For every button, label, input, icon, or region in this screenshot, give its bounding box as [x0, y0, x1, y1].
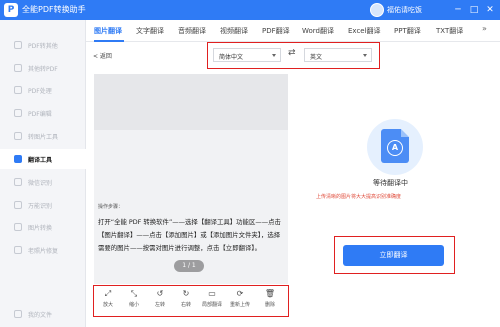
app-logo-icon: P	[4, 3, 18, 17]
tab-pdf-translate[interactable]: PDF翻译	[262, 26, 290, 36]
sidebar-item-label: 其他转PDF	[28, 66, 58, 73]
photo-restore-icon	[14, 246, 22, 254]
rotate-left-icon: ↺	[156, 289, 164, 298]
document-image: 操作步骤： 打开“全能 PDF 转换软件”——选择【翻译工具】功能区——点击【图…	[94, 200, 288, 290]
title-bar: P 全能PDF转换助手 福佑请吃饭 ─ □ ✕	[0, 0, 500, 20]
swap-languages-icon[interactable]: ⇄	[288, 48, 296, 58]
file-convert-icon	[14, 64, 22, 72]
document-heading: 操作步骤：	[98, 204, 124, 210]
pdf-process-icon	[14, 86, 22, 94]
preview-image-area	[94, 74, 288, 130]
status-subtitle: 上传清晰的图片将大大提高识别准确度	[316, 194, 402, 200]
tool-label: 放大	[102, 302, 113, 308]
avatar[interactable]	[370, 3, 384, 17]
sidebar-item-label: 图片转换	[28, 225, 53, 232]
chevron-down-icon	[272, 54, 276, 57]
sidebar: PDF转其他 其他转PDF PDF处理 PDF编辑 转图片工具 翻译工具 微信识…	[0, 20, 86, 327]
maximize-icon[interactable]: □	[468, 4, 480, 16]
reupload-button[interactable]: ⟳ 重新上传	[228, 288, 252, 314]
expand-icon: ⤢	[104, 289, 112, 298]
tab-audio-translate[interactable]: 音频翻译	[178, 26, 206, 36]
my-files-button[interactable]: 我的文件	[0, 304, 86, 324]
sidebar-item-photo-restore[interactable]: 老照片修复	[0, 240, 86, 260]
tabs-more-icon[interactable]: »	[482, 24, 487, 33]
delete-button[interactable]: 🗑 删除	[258, 288, 282, 314]
tab-txt-translate[interactable]: TXT翻译	[436, 26, 463, 36]
sidebar-item-label: 老照片修复	[28, 248, 59, 255]
image-preview: 操作步骤： 打开“全能 PDF 转换软件”——选择【翻译工具】功能区——点击【图…	[94, 74, 288, 284]
tab-text-translate[interactable]: 文字翻译	[136, 26, 164, 36]
partial-translate-button[interactable]: ▭ 局部翻译	[200, 288, 224, 314]
tool-label: 缩小	[128, 302, 139, 308]
app-title: 全能PDF转换助手	[22, 5, 86, 14]
sidebar-item-image-convert[interactable]: 图片转换	[0, 217, 86, 237]
sidebar-item-label: PDF处理	[28, 88, 52, 95]
pdf-edit-icon	[14, 109, 22, 117]
target-language-value: 英文	[310, 54, 323, 61]
tool-label: 局部翻译	[201, 302, 222, 308]
sidebar-item-label: 微信识别	[28, 180, 53, 187]
sidebar-item-label: 转图片工具	[28, 134, 59, 141]
active-tab-indicator	[94, 40, 124, 42]
rotate-right-button[interactable]: ↻ 右转	[174, 288, 198, 314]
scan-icon	[14, 201, 22, 209]
status-title: 等待翻译中	[373, 179, 408, 187]
tab-video-translate[interactable]: 视频翻译	[220, 26, 248, 36]
shrink-icon: ⤡	[130, 289, 138, 298]
sidebar-item-label: PDF转其他	[28, 43, 58, 50]
source-language-select[interactable]: 简体中文	[213, 48, 281, 62]
tab-ppt-translate[interactable]: PPT翻译	[394, 26, 421, 36]
username[interactable]: 福佑请吃饭	[387, 5, 422, 15]
back-link[interactable]: < 返回	[93, 51, 112, 60]
tab-image-translate[interactable]: 图片翻译	[94, 26, 122, 36]
translate-tabs: 图片翻译 文字翻译 音频翻译 视频翻译 PDF翻译 Word翻译 Excel翻译…	[86, 20, 500, 42]
source-language-value: 简体中文	[219, 54, 244, 61]
wechat-icon	[14, 178, 22, 186]
sidebar-item-label: 翻译工具	[28, 157, 53, 164]
sidebar-item-universal-ocr[interactable]: 万能识别	[0, 195, 86, 215]
close-icon[interactable]: ✕	[484, 4, 496, 16]
zoom-in-button[interactable]: ⤢ 放大	[96, 288, 120, 314]
sidebar-item-translate[interactable]: 翻译工具	[0, 149, 86, 169]
sidebar-item-pdf-process[interactable]: PDF处理	[0, 80, 86, 100]
translate-document-icon: A	[381, 129, 409, 163]
zoom-out-button[interactable]: ⤡ 缩小	[122, 288, 146, 314]
target-language-select[interactable]: 英文	[304, 48, 372, 62]
document-body: 打开“全能 PDF 转换软件”——选择【翻译工具】功能区——点击【图片翻译】——…	[98, 218, 281, 252]
image-toolbar: ⤢ 放大 ⤡ 缩小 ↺ 左转 ↻ 右转 ▭ 局部翻译 ⟳ 重新上传 🗑 删除	[93, 285, 289, 317]
pdf-convert-icon	[14, 41, 22, 49]
rotate-right-icon: ↻	[182, 289, 190, 298]
page-indicator: 1 / 1	[174, 260, 204, 272]
crop-icon: ▭	[208, 289, 216, 298]
waiting-illustration: A	[367, 119, 423, 175]
tab-word-translate[interactable]: Word翻译	[302, 26, 334, 36]
tool-label: 右转	[180, 302, 191, 308]
refresh-icon: ⟳	[236, 289, 244, 298]
image-tool-icon	[14, 132, 22, 140]
sidebar-item-pdf-edit[interactable]: PDF编辑	[0, 103, 86, 123]
tool-label: 重新上传	[229, 302, 250, 308]
translate-icon	[14, 155, 22, 163]
image-icon	[14, 223, 22, 231]
sidebar-item-pdf-to-other[interactable]: PDF转其他	[0, 35, 86, 55]
tool-label: 左转	[154, 302, 165, 308]
minimize-icon[interactable]: ─	[452, 4, 464, 16]
start-translate-button[interactable]: 立即翻译	[343, 245, 444, 266]
trash-icon: 🗑	[264, 289, 276, 298]
tool-label: 删除	[264, 302, 275, 308]
language-selector: 简体中文 ⇄ 英文	[207, 42, 380, 69]
my-files-label: 我的文件	[28, 312, 53, 319]
chevron-down-icon	[363, 54, 367, 57]
sidebar-item-to-image[interactable]: 转图片工具	[0, 126, 86, 146]
sidebar-item-wechat-ocr[interactable]: 微信识别	[0, 172, 86, 192]
folder-icon	[14, 310, 22, 318]
translate-letter: A	[387, 140, 403, 156]
rotate-left-button[interactable]: ↺ 左转	[148, 288, 172, 314]
sidebar-item-other-to-pdf[interactable]: 其他转PDF	[0, 58, 86, 78]
sidebar-item-label: PDF编辑	[28, 111, 52, 118]
tab-excel-translate[interactable]: Excel翻译	[348, 26, 381, 36]
sidebar-item-label: 万能识别	[28, 203, 53, 210]
